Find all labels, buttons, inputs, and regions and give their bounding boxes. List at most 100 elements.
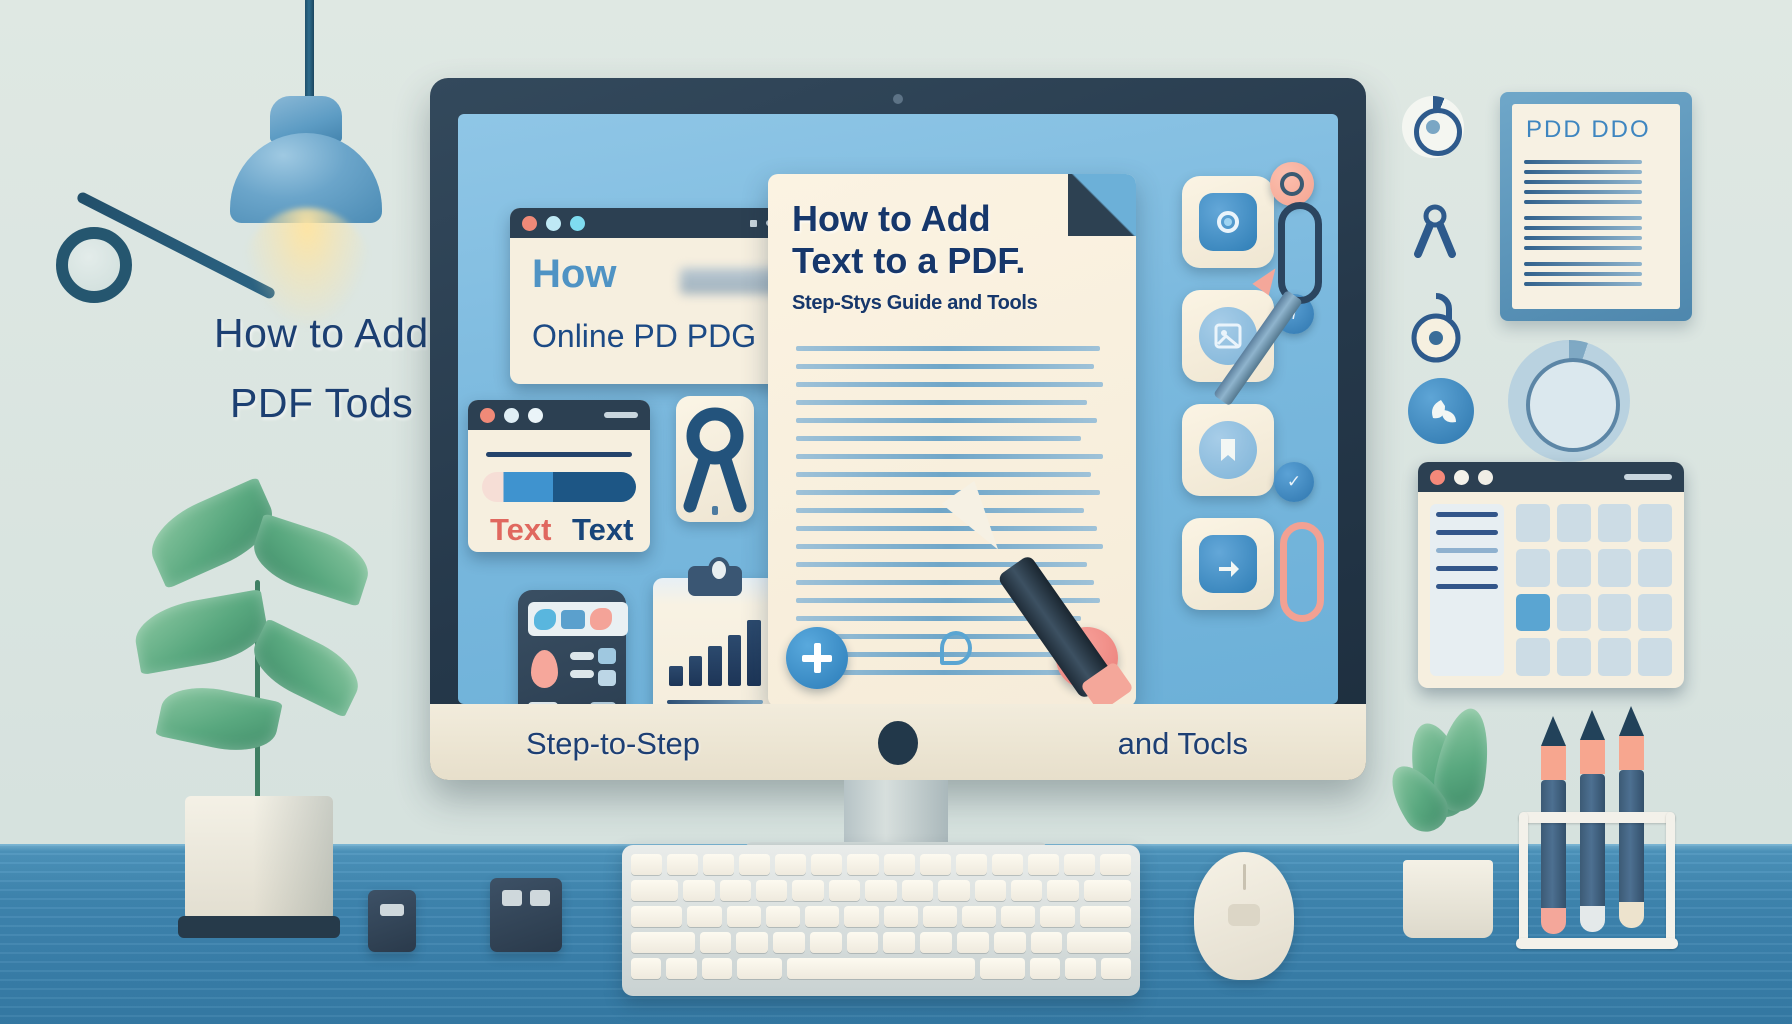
key[interactable]: [865, 880, 897, 901]
key[interactable]: [919, 854, 951, 875]
key[interactable]: [938, 880, 970, 901]
key[interactable]: [883, 906, 918, 927]
key-backslash[interactable]: [1083, 880, 1131, 901]
sidebar-row[interactable]: [1436, 566, 1498, 571]
grid-cell[interactable]: [1556, 504, 1591, 542]
key[interactable]: [828, 880, 861, 901]
grid-cell[interactable]: [1638, 593, 1672, 632]
browser-window-2[interactable]: Text Text: [468, 400, 650, 552]
calculator-widget[interactable]: [518, 590, 628, 704]
key[interactable]: [1047, 880, 1079, 901]
grid-cell[interactable]: [1638, 548, 1672, 587]
key[interactable]: [1030, 932, 1063, 953]
menu-square-icon[interactable]: [750, 219, 757, 227]
calculator-key[interactable]: [570, 652, 594, 660]
key[interactable]: [667, 854, 699, 875]
key[interactable]: [809, 932, 842, 953]
mouse-scroll-line[interactable]: [1243, 864, 1246, 890]
key[interactable]: [847, 854, 879, 875]
key-cmd-right[interactable]: [979, 958, 1026, 979]
grid-window[interactable]: [1418, 462, 1684, 688]
grid-cell[interactable]: [1556, 548, 1591, 587]
key[interactable]: [703, 854, 735, 875]
grid-cell-selected[interactable]: [1516, 593, 1550, 632]
key[interactable]: [920, 932, 953, 953]
key-arrow-right[interactable]: [1100, 958, 1131, 979]
grid-cell[interactable]: [1516, 504, 1550, 542]
scissors-tool-tile[interactable]: [676, 396, 754, 522]
key[interactable]: [1010, 880, 1043, 901]
key[interactable]: [736, 932, 769, 953]
power-button-icon[interactable]: [878, 721, 918, 765]
mouse[interactable]: [1194, 852, 1294, 980]
key[interactable]: [991, 854, 1023, 875]
minimize-icon[interactable]: [504, 407, 519, 423]
minimize-icon[interactable]: [546, 215, 561, 231]
key-enter[interactable]: [1079, 906, 1132, 927]
toolbar-button-settings[interactable]: [1182, 176, 1274, 268]
key-fn[interactable]: [666, 958, 697, 979]
key-shift-right[interactable]: [1067, 932, 1131, 953]
close-icon[interactable]: [522, 215, 537, 231]
key[interactable]: [775, 854, 807, 875]
key[interactable]: [993, 932, 1026, 953]
close-icon[interactable]: [480, 407, 495, 423]
grid-cell[interactable]: [1638, 638, 1672, 676]
calculator-key[interactable]: [598, 648, 616, 664]
grid-cell[interactable]: [1516, 638, 1550, 676]
maximize-icon[interactable]: [528, 407, 543, 423]
key[interactable]: [755, 880, 788, 901]
sidebar-row[interactable]: [1436, 530, 1498, 535]
key[interactable]: [765, 906, 801, 927]
external-drive-device[interactable]: [490, 878, 562, 952]
key[interactable]: [719, 880, 751, 901]
usb-hub-device[interactable]: [368, 890, 416, 952]
key[interactable]: [683, 880, 715, 901]
maximize-icon[interactable]: [570, 215, 585, 231]
pdf-document[interactable]: How to Add Text to a PDF. Step-Stys Guid…: [768, 174, 1136, 704]
grid-cell[interactable]: [1597, 504, 1632, 542]
clipboard-chart[interactable]: [653, 557, 777, 704]
key[interactable]: [1063, 854, 1096, 875]
grid-cell[interactable]: [1597, 593, 1632, 632]
grid-cell[interactable]: [1597, 548, 1632, 587]
droplet-icon[interactable]: [940, 631, 972, 665]
key-cmd[interactable]: [736, 958, 783, 979]
add-text-button[interactable]: [786, 627, 848, 689]
key[interactable]: [699, 932, 732, 953]
minimize-icon[interactable]: [1454, 469, 1469, 485]
sidebar-row[interactable]: [1436, 512, 1498, 517]
key-capslock[interactable]: [631, 906, 683, 927]
key-arrow-left[interactable]: [1030, 958, 1061, 979]
window-titlebar[interactable]: [1418, 462, 1684, 492]
key[interactable]: [974, 880, 1006, 901]
key[interactable]: [883, 854, 915, 875]
close-icon[interactable]: [1430, 469, 1445, 485]
grid-window-sidebar[interactable]: [1430, 504, 1504, 676]
key-space[interactable]: [787, 958, 975, 979]
key[interactable]: [792, 880, 824, 901]
key-arrow-updown[interactable]: [1065, 958, 1096, 979]
key[interactable]: [901, 880, 934, 901]
key[interactable]: [1100, 854, 1132, 875]
window-titlebar[interactable]: [468, 400, 650, 430]
key-ctrl[interactable]: [631, 958, 662, 979]
key[interactable]: [1027, 854, 1059, 875]
key-tab[interactable]: [631, 880, 679, 901]
keyboard[interactable]: [622, 845, 1140, 996]
key[interactable]: [883, 932, 916, 953]
key[interactable]: [961, 906, 997, 927]
calculator-key[interactable]: [570, 670, 594, 678]
toolbar-button-share[interactable]: [1182, 518, 1274, 610]
sidebar-row[interactable]: [1436, 584, 1498, 589]
mouse-scroll-pad[interactable]: [1228, 904, 1260, 926]
toolbar-button-bookmark[interactable]: [1182, 404, 1274, 496]
verified-badge[interactable]: ✓: [1274, 462, 1314, 502]
key[interactable]: [687, 906, 722, 927]
maximize-icon[interactable]: [1478, 469, 1493, 485]
grid-cell[interactable]: [1597, 638, 1632, 676]
key[interactable]: [957, 932, 989, 953]
key[interactable]: [844, 906, 879, 927]
sidebar-row[interactable]: [1436, 548, 1498, 553]
key[interactable]: [811, 854, 843, 875]
